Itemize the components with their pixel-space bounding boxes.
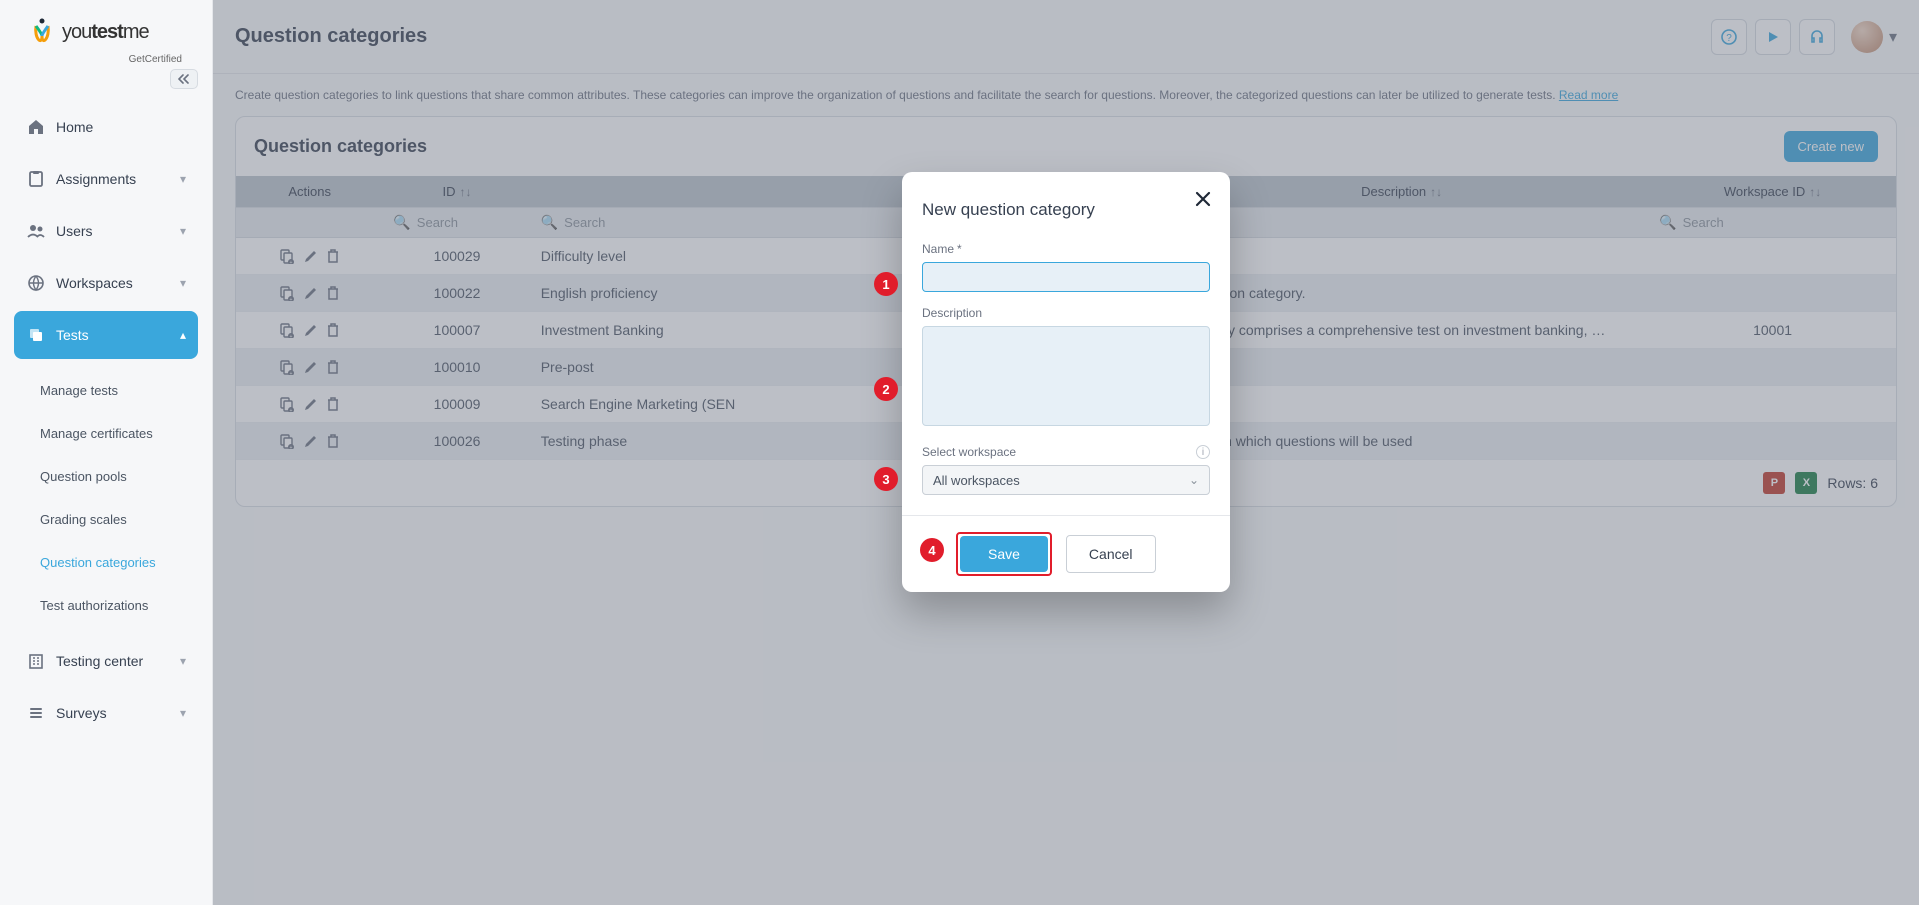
save-highlight: Save	[956, 532, 1052, 576]
nav-label: Surveys	[56, 705, 107, 721]
sub-grading-scales[interactable]: Grading scales	[14, 500, 198, 539]
new-category-modal: 1 2 3 New question category Name* Descri…	[902, 172, 1230, 592]
sub-question-pools[interactable]: Question pools	[14, 457, 198, 496]
sub-question-categories[interactable]: Question categories	[14, 543, 198, 582]
users-icon	[26, 221, 46, 241]
workspace-select[interactable]: All workspaces⌄	[922, 465, 1210, 495]
clipboard-icon	[26, 169, 46, 189]
stack-icon	[26, 325, 46, 345]
nav-label: Testing center	[56, 653, 143, 669]
logo-text: youtestme	[62, 21, 149, 44]
chevron-down-icon: ▾	[180, 654, 186, 668]
nav-label: Workspaces	[56, 275, 133, 291]
modal-close-button[interactable]	[1194, 190, 1212, 208]
nav: Home Assignments ▾ Users ▾ Workspaces ▾ …	[0, 97, 212, 747]
cancel-button[interactable]: Cancel	[1066, 535, 1156, 573]
logo: youtestme	[0, 0, 212, 58]
callout-3: 3	[874, 467, 898, 491]
chevron-down-icon: ▾	[180, 706, 186, 720]
main: Question categories ? ▾ Create question …	[213, 0, 1919, 905]
logo-mark-icon	[32, 18, 52, 46]
name-input[interactable]	[922, 262, 1210, 292]
nav-users[interactable]: Users ▾	[14, 207, 198, 255]
nav-surveys[interactable]: Surveys ▾	[14, 689, 198, 737]
description-textarea[interactable]	[922, 326, 1210, 426]
chevron-up-icon: ▴	[180, 328, 186, 342]
nav-workspaces[interactable]: Workspaces ▾	[14, 259, 198, 307]
sub-test-authorizations[interactable]: Test authorizations	[14, 586, 198, 625]
double-chevron-left-icon	[178, 74, 190, 84]
modal-actions: 4 Save Cancel	[902, 515, 1230, 592]
home-icon	[26, 117, 46, 137]
callout-4: 4	[920, 538, 944, 562]
chevron-down-icon: ▾	[180, 276, 186, 290]
logo-subtitle: GetCertified	[0, 54, 212, 65]
modal-overlay: 1 2 3 New question category Name* Descri…	[213, 0, 1919, 905]
nav-label: Users	[56, 223, 93, 239]
nav-testing-center[interactable]: Testing center ▾	[14, 637, 198, 685]
sub-manage-certificates[interactable]: Manage certificates	[14, 414, 198, 453]
chevron-down-icon: ▾	[180, 224, 186, 238]
nav-label: Assignments	[56, 171, 136, 187]
collapse-sidebar-button[interactable]	[170, 69, 198, 89]
sidebar: youtestme GetCertified Home Assignments …	[0, 0, 213, 905]
workspace-label: Select workspacei	[922, 445, 1210, 459]
chevron-down-icon: ⌄	[1189, 473, 1199, 487]
name-label: Name*	[922, 242, 1210, 256]
globe-icon	[26, 273, 46, 293]
chevron-down-icon: ▾	[180, 172, 186, 186]
description-label: Description	[922, 306, 1210, 320]
info-icon[interactable]: i	[1196, 445, 1210, 459]
tests-submenu: Manage tests Manage certificates Questio…	[14, 363, 198, 637]
nav-tests[interactable]: Tests ▴	[14, 311, 198, 359]
building-icon	[26, 651, 46, 671]
list-icon	[26, 703, 46, 723]
close-icon	[1194, 190, 1212, 208]
sub-manage-tests[interactable]: Manage tests	[14, 371, 198, 410]
nav-assignments[interactable]: Assignments ▾	[14, 155, 198, 203]
nav-home[interactable]: Home	[14, 103, 198, 151]
nav-label: Tests	[56, 327, 89, 343]
callout-1: 1	[874, 272, 898, 296]
modal-title: New question category	[922, 200, 1210, 220]
callout-2: 2	[874, 377, 898, 401]
save-button[interactable]: Save	[960, 536, 1048, 572]
nav-label: Home	[56, 119, 93, 135]
